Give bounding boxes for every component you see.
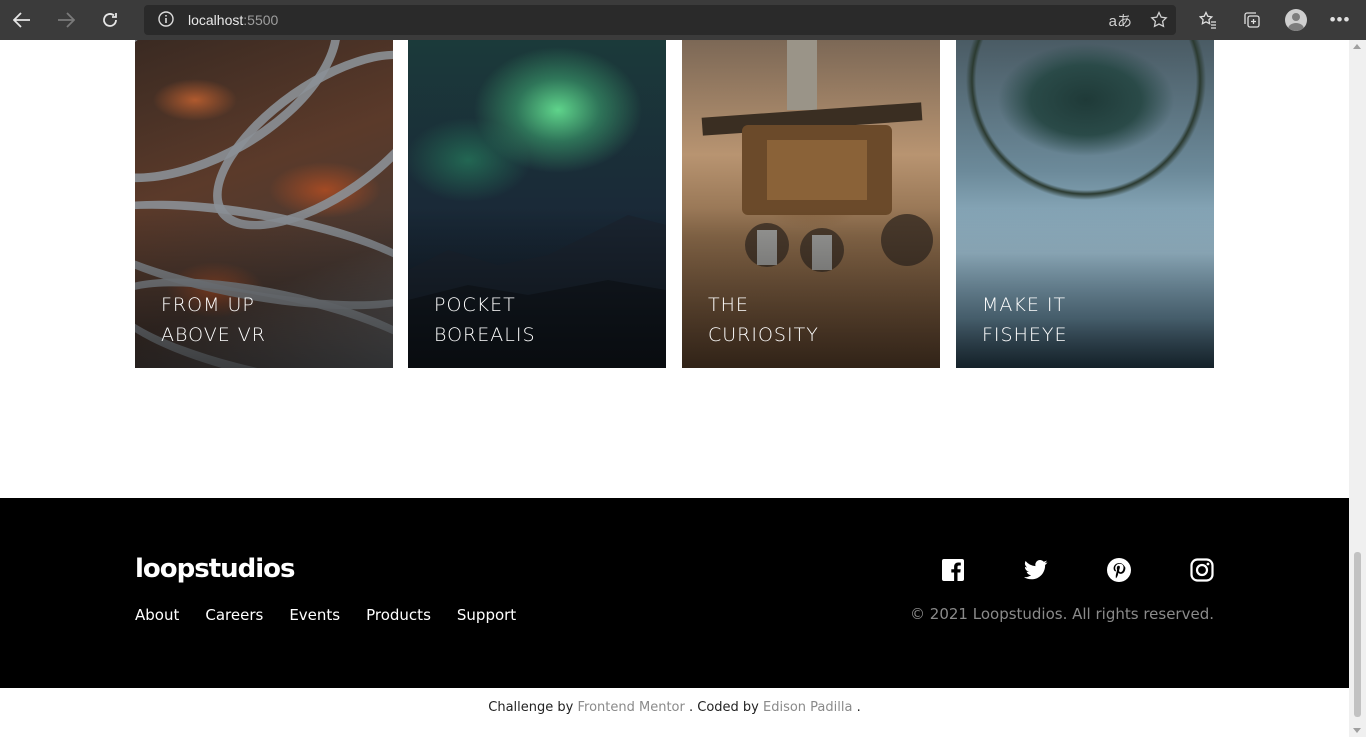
- site-footer: loopstudios About Careers Events Product…: [0, 498, 1349, 688]
- page-scrollbar[interactable]: [1349, 40, 1366, 737]
- card-title-line: FISHEYE: [982, 324, 1068, 346]
- scroll-up-arrow-icon[interactable]: [1353, 44, 1361, 49]
- more-button[interactable]: •••: [1318, 0, 1362, 40]
- refresh-icon: [103, 13, 117, 27]
- copyright-text: © 2021 Loopstudios. All rights reserved.: [910, 605, 1214, 623]
- footer-link-careers[interactable]: Careers: [205, 606, 263, 624]
- card-title-line: THE: [708, 294, 749, 316]
- attribution-suffix: .: [856, 700, 861, 715]
- forward-arrow-icon: [58, 12, 75, 28]
- back-button[interactable]: [0, 0, 44, 40]
- footer-link-about[interactable]: About: [135, 606, 179, 624]
- gallery-card-from-up-above-vr[interactable]: FROM UP ABOVE VR: [135, 40, 393, 368]
- gallery-card-the-curiosity[interactable]: THE CURIOSITY: [682, 40, 940, 368]
- gallery-card-make-it-fisheye[interactable]: MAKE IT FISHEYE: [956, 40, 1214, 368]
- card-title-line: FROM UP: [161, 294, 255, 316]
- attribution-middle: . Coded by: [688, 700, 759, 715]
- footer-logo[interactable]: loopstudios: [135, 554, 296, 584]
- card-title-line: MAKE IT: [982, 294, 1067, 316]
- url-host: localhost: [188, 12, 244, 28]
- footer-link-support[interactable]: Support: [457, 606, 516, 624]
- card-title: THE CURIOSITY: [708, 290, 888, 350]
- scroll-down-arrow-icon[interactable]: [1353, 728, 1361, 733]
- back-arrow-icon: [13, 12, 30, 28]
- facebook-icon[interactable]: [941, 558, 965, 582]
- favorites-button[interactable]: [1186, 0, 1230, 40]
- card-title: MAKE IT FISHEYE: [982, 290, 1162, 350]
- card-title-line: POCKET: [434, 294, 516, 316]
- url-port: :5500: [243, 12, 279, 28]
- collections-icon: [1244, 12, 1260, 28]
- add-favorite-icon[interactable]: [1150, 11, 1168, 29]
- url-text[interactable]: localhost:5500: [188, 12, 278, 28]
- card-title: FROM UP ABOVE VR: [161, 290, 341, 350]
- footer-link-products[interactable]: Products: [366, 606, 431, 624]
- address-bar[interactable]: localhost:5500 aあ: [144, 5, 1176, 35]
- more-dots-icon: •••: [1329, 10, 1351, 29]
- frontend-mentor-link[interactable]: Frontend Mentor: [577, 700, 684, 715]
- favorites-icon: [1199, 11, 1216, 29]
- read-aloud-icon[interactable]: aあ: [1109, 10, 1132, 31]
- profile-button[interactable]: [1274, 0, 1318, 40]
- collections-button[interactable]: [1230, 0, 1274, 40]
- author-link[interactable]: Edison Padilla: [763, 700, 852, 715]
- site-info-icon[interactable]: [144, 10, 188, 30]
- browser-toolbar: localhost:5500 aあ •••: [0, 0, 1366, 40]
- footer-link-events[interactable]: Events: [289, 606, 340, 624]
- refresh-button[interactable]: [88, 0, 132, 40]
- attribution: Challenge by Frontend Mentor . Coded by …: [0, 700, 1349, 715]
- forward-button[interactable]: [44, 0, 88, 40]
- card-title-line: CURIOSITY: [708, 324, 819, 346]
- twitter-icon[interactable]: [1024, 558, 1048, 582]
- instagram-icon[interactable]: [1190, 558, 1214, 582]
- card-title-line: BOREALIS: [434, 324, 536, 346]
- gallery-card-pocket-borealis[interactable]: POCKET BOREALIS: [408, 40, 666, 368]
- social-links: [941, 558, 1214, 582]
- footer-nav: About Careers Events Products Support: [135, 606, 516, 624]
- pinterest-icon[interactable]: [1107, 558, 1131, 582]
- scroll-thumb[interactable]: [1354, 552, 1361, 717]
- attribution-prefix: Challenge by: [488, 700, 574, 715]
- avatar: [1285, 9, 1307, 31]
- card-title-line: ABOVE VR: [161, 324, 266, 346]
- card-title: POCKET BOREALIS: [434, 290, 614, 350]
- page: FROM UP ABOVE VR POCKET BOREALIS THE CURIOS…: [0, 40, 1349, 737]
